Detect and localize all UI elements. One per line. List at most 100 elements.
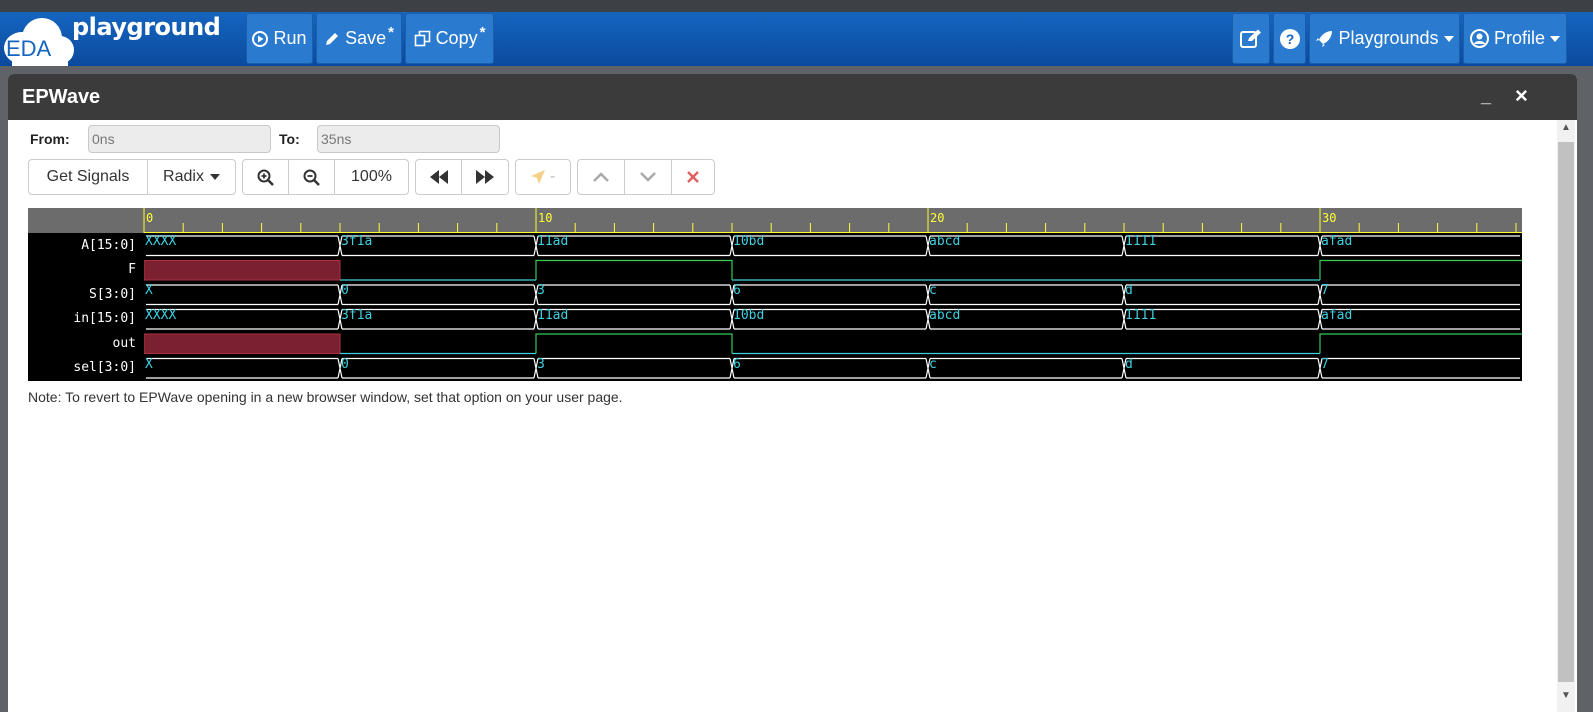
chevron-up-icon bbox=[593, 172, 609, 182]
caret-down-icon bbox=[1550, 35, 1561, 42]
bus-value-label: 7 bbox=[1321, 356, 1329, 372]
zoom-out-button[interactable] bbox=[288, 159, 335, 195]
save-button[interactable]: Save * bbox=[316, 13, 402, 64]
waveform-viewer[interactable]: A[15:0] F S[3:0] in[15:0] out sel[3:0] 0… bbox=[28, 208, 1522, 381]
move-up-button[interactable] bbox=[577, 159, 625, 195]
to-label: To: bbox=[279, 131, 300, 147]
rewind-button[interactable] bbox=[415, 159, 462, 195]
vertical-scrollbar[interactable]: ▲ ▼ bbox=[1557, 120, 1575, 712]
ruler-label: 0 bbox=[146, 211, 154, 225]
cursor-marker-text: - bbox=[549, 168, 556, 185]
bus-segment bbox=[538, 284, 730, 306]
bus-segment bbox=[930, 357, 1122, 379]
bus-segment bbox=[146, 284, 338, 306]
signal-high-level bbox=[535, 259, 1522, 280]
signal-name[interactable]: F bbox=[128, 262, 136, 277]
bus-segment bbox=[1126, 284, 1318, 306]
bus-segment bbox=[146, 357, 338, 379]
bus-segment bbox=[734, 357, 926, 379]
fast-forward-button[interactable] bbox=[461, 159, 509, 195]
profile-label: Profile bbox=[1493, 28, 1546, 48]
signal-high-level bbox=[535, 333, 1522, 354]
get-signals-button[interactable]: Get Signals bbox=[28, 159, 148, 195]
caret-down-icon bbox=[1443, 35, 1454, 42]
zoom-level-button[interactable]: 100% bbox=[334, 159, 409, 195]
signal-name[interactable]: S[3:0] bbox=[89, 287, 136, 302]
bus-value-label: afad bbox=[1321, 234, 1353, 249]
ruler-label: 20 bbox=[930, 211, 945, 225]
bus-value-label: 6 bbox=[733, 283, 741, 298]
from-label: From: bbox=[30, 131, 70, 147]
x-mark-icon bbox=[687, 171, 699, 183]
bus-segment bbox=[1322, 284, 1520, 306]
forward-icon bbox=[476, 170, 494, 184]
bus-value-label: 3f1a bbox=[341, 307, 373, 323]
backward-icon bbox=[429, 170, 448, 184]
copy-icon bbox=[414, 30, 430, 47]
bus-value-label: X bbox=[145, 356, 153, 372]
bus-value-label: 1111 bbox=[1125, 234, 1157, 249]
logo-playground-text: playground bbox=[72, 13, 221, 41]
bus-value-label: 10bd bbox=[733, 234, 765, 249]
bus-value-label: afad bbox=[1321, 307, 1353, 323]
bus-value-label: XXXX bbox=[145, 234, 177, 249]
bus-value-label: d bbox=[1125, 356, 1133, 372]
modal-header: EPWave _ × bbox=[8, 74, 1577, 120]
signal-name[interactable]: A[15:0] bbox=[81, 238, 136, 253]
signal-name[interactable]: sel[3:0] bbox=[73, 360, 136, 375]
scroll-up-arrow-icon[interactable]: ▲ bbox=[1561, 122, 1571, 133]
edit-button[interactable] bbox=[1232, 13, 1270, 64]
bus-value-label: 1111 bbox=[1125, 307, 1157, 323]
to-input[interactable] bbox=[317, 125, 500, 153]
bus-value-label: XXXX bbox=[145, 307, 177, 323]
signal-name[interactable]: out bbox=[113, 336, 136, 351]
zoom-in-icon bbox=[257, 169, 274, 186]
help-button[interactable]: ? bbox=[1273, 13, 1306, 64]
logo-eda-text: EDA bbox=[6, 36, 52, 61]
ruler-label: 10 bbox=[538, 211, 553, 225]
radix-label: Radix bbox=[163, 168, 204, 185]
close-button[interactable]: × bbox=[1515, 83, 1528, 109]
bus-segment bbox=[342, 284, 534, 306]
zoom-level-label: 100% bbox=[351, 168, 392, 185]
caret-down-icon bbox=[209, 174, 220, 180]
bus-value-label: 7 bbox=[1321, 283, 1329, 298]
navbar: EDA playground Run Save * Copy * ? Playg… bbox=[0, 12, 1593, 66]
zoom-in-button[interactable] bbox=[242, 159, 289, 195]
signal-name[interactable]: in[15:0] bbox=[73, 311, 136, 326]
cursor-location-button[interactable]: - bbox=[515, 159, 571, 195]
bus-segment bbox=[930, 284, 1122, 306]
run-button[interactable]: Run bbox=[246, 13, 313, 64]
from-input[interactable] bbox=[88, 125, 271, 153]
eda-playground-logo[interactable]: EDA playground bbox=[0, 12, 235, 66]
chevron-down-icon bbox=[640, 172, 656, 182]
modified-asterisk: * bbox=[479, 24, 486, 41]
minimize-button[interactable]: _ bbox=[1481, 86, 1491, 107]
bus-value-label: 6 bbox=[733, 356, 741, 372]
move-down-button[interactable] bbox=[624, 159, 672, 195]
user-circle-icon bbox=[1469, 29, 1489, 48]
bus-value-label: c bbox=[929, 356, 937, 372]
bus-value-label: 3 bbox=[537, 283, 545, 298]
radix-dropdown[interactable]: Radix bbox=[147, 159, 236, 195]
bus-value-label: d bbox=[1125, 283, 1133, 298]
scrollbar-thumb[interactable] bbox=[1558, 142, 1574, 682]
question-circle-icon: ? bbox=[1279, 28, 1300, 49]
save-label: Save bbox=[345, 28, 387, 48]
get-signals-label: Get Signals bbox=[46, 168, 130, 185]
playgrounds-menu-button[interactable]: Playgrounds bbox=[1309, 13, 1460, 64]
rocket-icon bbox=[1316, 30, 1333, 47]
copy-button[interactable]: Copy * bbox=[405, 13, 494, 64]
remove-signal-button[interactable] bbox=[671, 159, 715, 195]
play-circle-icon bbox=[252, 30, 269, 47]
playgrounds-label: Playgrounds bbox=[1338, 28, 1439, 48]
waveform-canvas[interactable] bbox=[28, 208, 1522, 381]
bus-segment bbox=[734, 284, 926, 306]
profile-menu-button[interactable]: Profile bbox=[1463, 13, 1567, 64]
bus-segment bbox=[1126, 357, 1318, 379]
copy-label: Copy bbox=[435, 28, 478, 48]
scroll-down-arrow-icon[interactable]: ▼ bbox=[1561, 690, 1571, 701]
bus-segment bbox=[342, 357, 534, 379]
revert-note: Note: To revert to EPWave opening in a n… bbox=[28, 389, 623, 405]
run-label: Run bbox=[273, 28, 307, 48]
